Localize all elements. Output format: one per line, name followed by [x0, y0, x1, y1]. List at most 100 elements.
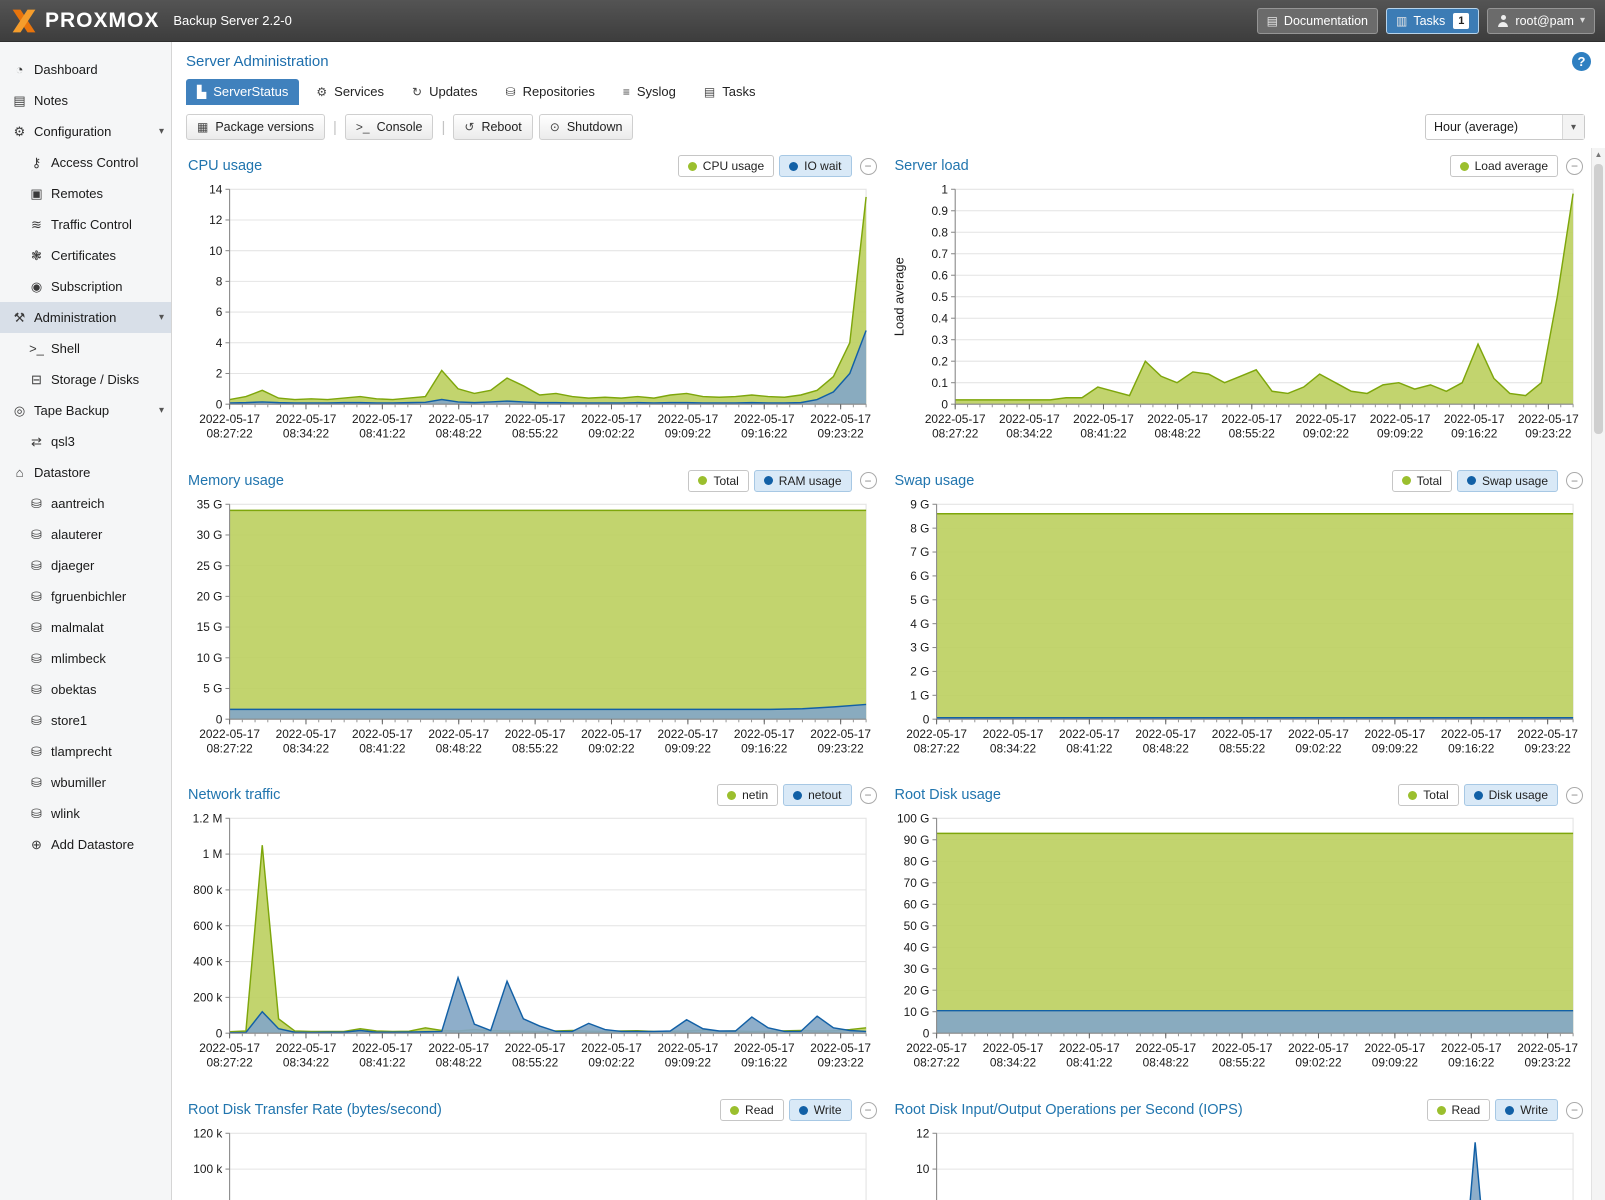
tasks-button[interactable]: ▥ Tasks 1 [1386, 8, 1479, 34]
chart-body: 00.10.20.30.40.50.60.70.80.912022-05-170… [887, 181, 1586, 452]
collapse-icon[interactable]: − [860, 472, 877, 489]
sidebar-item-configuration[interactable]: ⚙Configuration▾ [0, 116, 171, 147]
collapse-icon[interactable]: − [860, 1102, 877, 1119]
legend-button-swap-usage[interactable]: Swap usage [1457, 470, 1558, 492]
legend-button-ram-usage[interactable]: RAM usage [754, 470, 852, 492]
tab-services[interactable]: ⚙Services [305, 79, 395, 105]
chevron-down-icon[interactable]: ▾ [159, 126, 164, 137]
sidebar-item-administration[interactable]: ⚒Administration▾ [0, 302, 171, 333]
collapse-icon[interactable]: − [1566, 1102, 1583, 1119]
collapse-icon[interactable]: − [860, 158, 877, 175]
svg-text:09:16:22: 09:16:22 [1451, 426, 1497, 440]
sidebar-item-label: djaeger [51, 558, 94, 573]
legend-dot-blue [799, 1106, 808, 1115]
svg-text:08:48:22: 08:48:22 [436, 1056, 482, 1070]
legend-button-total[interactable]: Total [1392, 470, 1452, 492]
svg-text:35 G: 35 G [197, 497, 223, 511]
combo-caret-icon[interactable]: ▾ [1562, 115, 1584, 139]
collapse-icon[interactable]: − [1566, 472, 1583, 489]
sidebar-item-wlink[interactable]: ⛁wlink [0, 798, 171, 829]
sidebar-item-label: Storage / Disks [51, 372, 139, 387]
timeframe-select[interactable]: Hour (average) ▾ [1425, 114, 1585, 140]
sidebar-item-alauterer[interactable]: ⛁alauterer [0, 519, 171, 550]
legend-button-cpu-usage[interactable]: CPU usage [678, 155, 774, 177]
sidebar-item-traffic-control[interactable]: ≋Traffic Control [0, 209, 171, 240]
legend-button-write[interactable]: Write [1495, 1099, 1558, 1121]
tab-tasks[interactable]: ▤Tasks [693, 79, 767, 105]
svg-text:2022-05-17: 2022-05-17 [199, 1041, 260, 1055]
svg-text:08:41:22: 08:41:22 [359, 741, 405, 755]
legend-button-load-average[interactable]: Load average [1450, 155, 1558, 177]
legend-button-netin[interactable]: netin [717, 784, 778, 806]
documentation-button[interactable]: ▤ Documentation [1257, 8, 1378, 34]
documentation-label: Documentation [1284, 14, 1368, 28]
svg-text:08:27:22: 08:27:22 [932, 426, 978, 440]
legend-button-disk-usage[interactable]: Disk usage [1464, 784, 1558, 806]
chart-panel-header: Root Disk Transfer Rate (bytes/second)Re… [180, 1095, 879, 1125]
legend-label: Write [1520, 1103, 1548, 1117]
sidebar-item-aantreich[interactable]: ⛁aantreich [0, 488, 171, 519]
scrollbar-thumb[interactable] [1594, 164, 1603, 434]
legend-button-total[interactable]: Total [688, 470, 748, 492]
sidebar-item-store1[interactable]: ⛁store1 [0, 705, 171, 736]
legend-button-io-wait[interactable]: IO wait [779, 155, 851, 177]
sidebar-item-wbumiller[interactable]: ⛁wbumiller [0, 767, 171, 798]
console-button[interactable]: >_Console [345, 114, 434, 140]
sidebar-item-qsl3[interactable]: ⇄qsl3 [0, 426, 171, 457]
sidebar-item-djaeger[interactable]: ⛁djaeger [0, 550, 171, 581]
chevron-down-icon[interactable]: ▾ [159, 405, 164, 416]
svg-text:10 G: 10 G [197, 651, 223, 665]
sidebar-item-shell[interactable]: >_Shell [0, 333, 171, 364]
vertical-scrollbar[interactable]: ▲ [1591, 148, 1605, 1200]
collapse-icon[interactable]: − [1566, 158, 1583, 175]
sidebar-item-storage-disks[interactable]: ⊟Storage / Disks [0, 364, 171, 395]
package-versions-button[interactable]: ▦Package versions [186, 114, 325, 140]
scroll-up-arrow[interactable]: ▲ [1592, 148, 1605, 162]
shutdown-button[interactable]: ⊙Shutdown [539, 114, 634, 140]
chart-body: 0200 k400 k600 k800 k1 M1.2 M2022-05-170… [180, 810, 879, 1081]
sidebar-item-datastore[interactable]: ⌂Datastore [0, 457, 171, 488]
chart-panel-server-load: Server loadLoad average−00.10.20.30.40.5… [887, 151, 1586, 452]
user-menu-button[interactable]: root@pam ▾ [1487, 8, 1595, 34]
sidebar-item-obektas[interactable]: ⛁obektas [0, 674, 171, 705]
tab-syslog[interactable]: ≡Syslog [612, 79, 687, 105]
legend-button-read[interactable]: Read [720, 1099, 784, 1121]
sidebar-item-label: Dashboard [34, 62, 98, 77]
sidebar-item-dashboard[interactable]: ◔Dashboard [0, 54, 171, 85]
sidebar-item-tlamprecht[interactable]: ⛁tlamprecht [0, 736, 171, 767]
sidebar-item-subscription[interactable]: ◉Subscription [0, 271, 171, 302]
legend-button-write[interactable]: Write [789, 1099, 852, 1121]
toolbar-separator: | [333, 119, 337, 136]
sidebar-item-add-datastore[interactable]: ⊕Add Datastore [0, 829, 171, 860]
collapse-icon[interactable]: − [860, 787, 877, 804]
chart-legend: netinnetout [717, 784, 851, 806]
svg-text:08:27:22: 08:27:22 [206, 1056, 252, 1070]
help-button[interactable]: ? [1572, 52, 1591, 71]
sidebar-item-certificates[interactable]: ❃Certificates [0, 240, 171, 271]
svg-text:2022-05-17: 2022-05-17 [924, 412, 985, 426]
chart-panel-header: CPU usageCPU usageIO wait− [180, 151, 879, 181]
sidebar-item-access-control[interactable]: ⚷Access Control [0, 147, 171, 178]
sidebar-item-tape-backup[interactable]: ◎Tape Backup▾ [0, 395, 171, 426]
legend-button-netout[interactable]: netout [783, 784, 851, 806]
tab-repositories[interactable]: ⛁Repositories [495, 79, 606, 105]
sidebar-item-label: Traffic Control [51, 217, 132, 232]
chevron-down-icon[interactable]: ▾ [159, 312, 164, 323]
sidebar-item-remotes[interactable]: ▣Remotes [0, 178, 171, 209]
legend-button-total[interactable]: Total [1398, 784, 1458, 806]
svg-text:2022-05-17: 2022-05-17 [428, 1041, 489, 1055]
svg-text:0.9: 0.9 [931, 204, 948, 218]
sidebar-item-fgruenbichler[interactable]: ⛁fgruenbichler [0, 581, 171, 612]
chart-legend: Load average [1450, 155, 1558, 177]
sidebar-item-malmalat[interactable]: ⛁malmalat [0, 612, 171, 643]
collapse-icon[interactable]: − [1566, 787, 1583, 804]
legend-label: Total [713, 474, 738, 488]
reboot-button[interactable]: ↺Reboot [453, 114, 532, 140]
svg-text:08:41:22: 08:41:22 [1080, 426, 1126, 440]
legend-button-read[interactable]: Read [1427, 1099, 1491, 1121]
svg-text:2022-05-17: 2022-05-17 [276, 727, 337, 741]
tab-updates[interactable]: ↻Updates [401, 79, 488, 105]
sidebar-item-mlimbeck[interactable]: ⛁mlimbeck [0, 643, 171, 674]
sidebar-item-notes[interactable]: ▤Notes [0, 85, 171, 116]
tab-serverstatus[interactable]: ▙ServerStatus [186, 79, 299, 105]
